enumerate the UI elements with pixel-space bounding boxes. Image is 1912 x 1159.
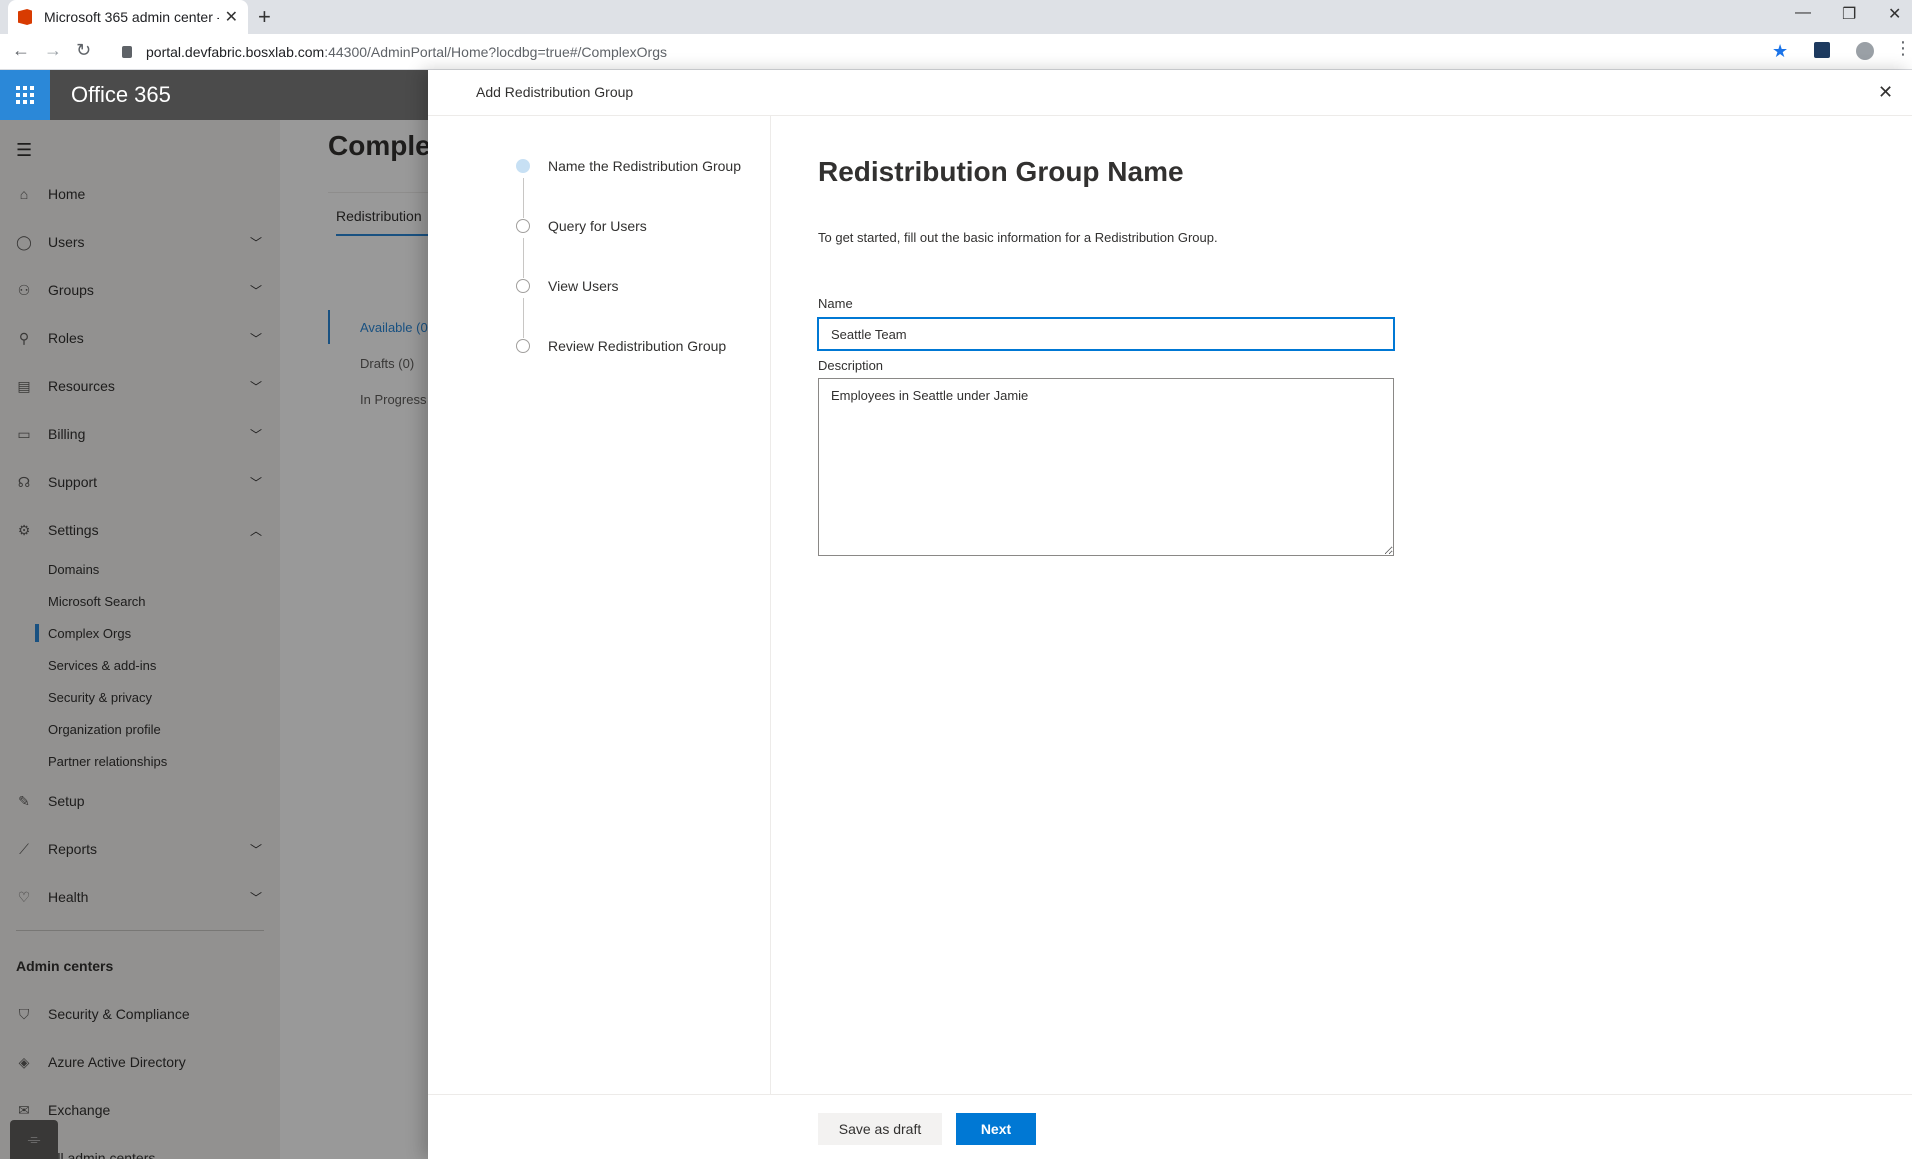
url-path: :44300/AdminPortal/Home?locdbg=true#/Com… (324, 44, 667, 60)
browser-tab-title: Microsoft 365 admin center - Co (44, 9, 219, 25)
minimize-icon[interactable]: — (1795, 4, 1811, 22)
profile-avatar-icon[interactable] (1856, 42, 1874, 60)
step-review-group[interactable]: Review Redistribution Group (516, 336, 726, 356)
description-label: Description (818, 358, 884, 373)
step-current-indicator (516, 159, 530, 173)
save-as-draft-button[interactable]: Save as draft (818, 1113, 942, 1145)
extension-icon[interactable] (1814, 42, 1830, 58)
browser-tab-strip: Microsoft 365 admin center - Co ✕ + — ❐ … (0, 0, 1912, 34)
address-bar[interactable]: portal.devfabric.bosxlab.com:44300/Admin… (110, 39, 1800, 65)
panel-title: Add Redistribution Group (476, 84, 634, 100)
browser-menu-icon[interactable]: ⋮ (1894, 38, 1912, 59)
app-launcher-button[interactable] (0, 70, 50, 120)
step-connector (523, 298, 524, 338)
lock-icon (122, 46, 132, 58)
panel-footer: Save as draft Next (428, 1094, 1912, 1159)
step-indicator (516, 219, 530, 233)
waffle-icon (16, 86, 34, 104)
form-heading: Redistribution Group Name (818, 156, 1184, 187)
close-window-icon[interactable]: ✕ (1888, 4, 1901, 24)
step-label: Name the Redistribution Group (548, 158, 741, 174)
wizard-stepper: Name the Redistribution Group Query for … (428, 116, 771, 1094)
restore-icon[interactable]: ❐ (1842, 4, 1856, 24)
step-label: Query for Users (548, 218, 647, 234)
bookmark-star-icon[interactable]: ★ (1772, 41, 1788, 62)
add-redistribution-group-panel: Add Redistribution Group ✕ Name the Redi… (428, 70, 1912, 1159)
browser-tab[interactable]: Microsoft 365 admin center - Co ✕ (8, 0, 248, 34)
step-view-users[interactable]: View Users (516, 276, 619, 296)
name-label: Name (818, 296, 853, 311)
step-label: Review Redistribution Group (548, 338, 727, 354)
browser-toolbar: ← → ↻ portal.devfabric.bosxlab.com:44300… (0, 34, 1912, 70)
new-tab-icon[interactable]: + (258, 4, 271, 30)
forward-icon[interactable]: → (44, 40, 62, 61)
step-connector (523, 238, 524, 278)
close-tab-icon[interactable]: ✕ (225, 7, 238, 27)
suite-title: Office 365 (71, 82, 171, 107)
step-label: View Users (548, 278, 619, 294)
step-query-users[interactable]: Query for Users (516, 216, 647, 236)
next-button[interactable]: Next (956, 1113, 1036, 1145)
office-favicon-icon (18, 9, 32, 25)
url-host: portal.devfabric.bosxlab.com (146, 44, 325, 60)
panel-header: Add Redistribution Group ✕ (428, 70, 1912, 116)
close-icon[interactable]: ✕ (1878, 82, 1893, 103)
name-input[interactable] (817, 317, 1395, 351)
step-name-group[interactable]: Name the Redistribution Group (516, 156, 741, 176)
step-indicator (516, 339, 530, 353)
form-intro: To get started, fill out the basic infor… (818, 230, 1218, 245)
step-indicator (516, 279, 530, 293)
description-textarea[interactable]: Employees in Seattle under Jamie (818, 378, 1394, 556)
back-icon[interactable]: ← (12, 40, 30, 61)
step-connector (523, 178, 524, 218)
reload-icon[interactable]: ↻ (76, 40, 91, 61)
